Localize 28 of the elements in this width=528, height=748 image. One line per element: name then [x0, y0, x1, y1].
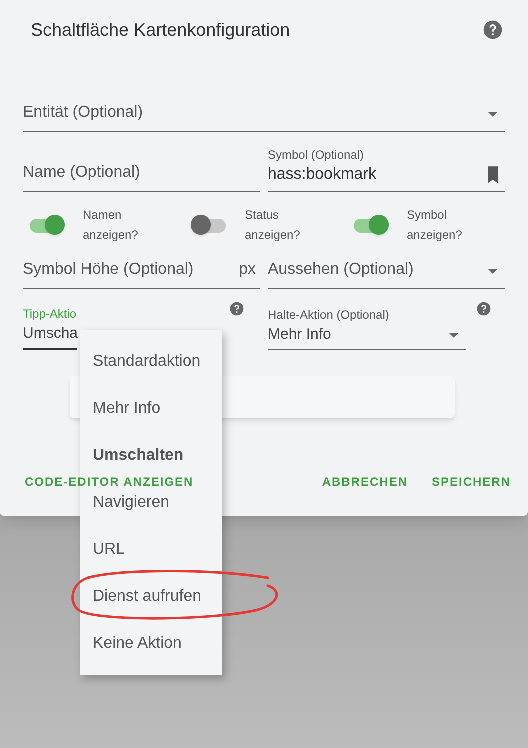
toggle-label: Symbol anzeigen? — [407, 207, 464, 244]
dialog-title: Schaltfläche Kartenkonfiguration — [31, 18, 290, 42]
help-icon — [229, 301, 245, 317]
menu-item[interactable]: Keine Aktion — [80, 630, 222, 658]
menu-item[interactable]: Dienst aufrufen — [80, 582, 222, 610]
tap-action-dropdown[interactable]: Tipp-Aktio Umscha — [23, 303, 77, 350]
help-icon — [482, 19, 504, 41]
name-field[interactable]: Name (Optional) — [23, 161, 260, 191]
toggle-label: Namen anzeigen? — [83, 207, 140, 244]
toggle-switch[interactable] — [29, 215, 65, 235]
help-icon — [476, 301, 492, 317]
dropdown-caret-icon — [449, 332, 459, 338]
menu-item[interactable]: URL — [80, 536, 222, 564]
menu-item[interactable]: Mehr Info — [80, 394, 222, 422]
entity-dropdown[interactable]: Entität (Optional) — [23, 101, 488, 131]
menu-item[interactable]: Standardaktion — [80, 348, 222, 376]
icon-height-field[interactable]: Symbol Höhe (Optional) — [23, 258, 240, 288]
field-label: Symbol (Optional) — [268, 147, 364, 163]
unit-label: px — [239, 260, 257, 280]
toggle-switch[interactable] — [353, 215, 389, 235]
toggle-switch[interactable] — [191, 215, 227, 235]
toggle-label: Status anzeigen? — [245, 207, 302, 244]
menu-item[interactable]: Umschalten — [80, 442, 222, 470]
dropdown-caret-icon — [488, 269, 498, 274]
dropdown-caret-icon — [488, 112, 498, 117]
icon-field[interactable]: hass:bookmark — [268, 163, 483, 187]
appearance-dropdown[interactable]: Aussehen (Optional) — [268, 258, 488, 288]
hold-action-dropdown[interactable]: Halte-Aktion (Optional) Mehr Info — [268, 303, 466, 350]
